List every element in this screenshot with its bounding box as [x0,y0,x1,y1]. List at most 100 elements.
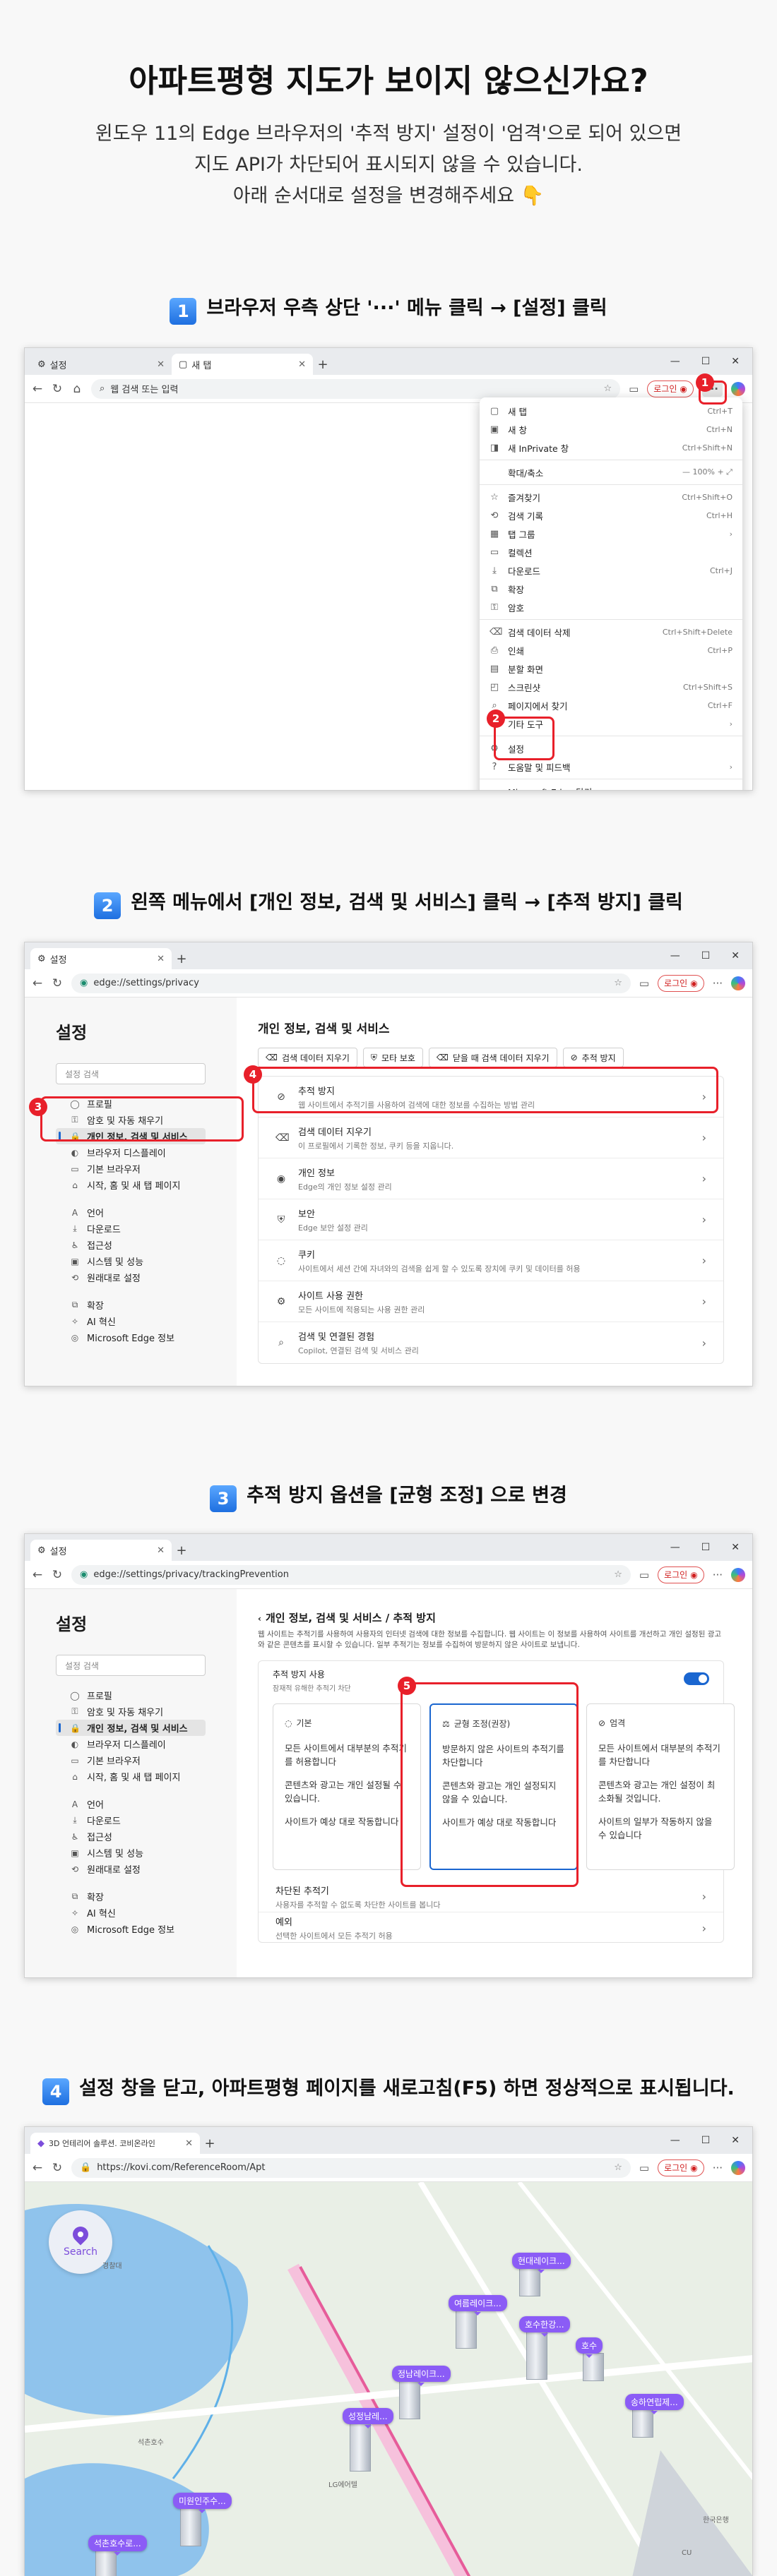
apartment-label[interactable]: 현대레이크... [512,2253,571,2273]
close-window-icon[interactable]: ✕ [731,356,740,367]
sidebar-item[interactable]: ⌂ 시작, 홈 및 새 탭 페이지 [56,1177,206,1193]
quick-action-button[interactable]: ⛨ 모타 보호 [362,1048,423,1067]
menu-item[interactable]: ⤓ 다운로드 Ctrl+J [480,561,742,580]
sidebar-item[interactable]: ▣ 시스템 및 성능 [56,1253,206,1269]
login-button[interactable]: 로그인 ◉ [647,380,694,397]
sidebar-item[interactable]: ⌂ 시작, 홈 및 새 탭 페이지 [56,1768,206,1785]
back-icon[interactable]: ← [32,2161,43,2175]
quick-action-button[interactable]: ⌫ 닫을 때 검색 데이터 지우기 [428,1048,557,1067]
url-input[interactable]: 🔒 https://kovi.com/ReferenceRoom/Apt ☆ [71,2157,631,2178]
refresh-icon[interactable]: ↻ [52,976,63,990]
menu-item[interactable]: ◰ 스크린샷 Ctrl+Shift+S [480,678,742,696]
url-input[interactable]: ◉ edge://settings/privacy ☆ [71,973,631,993]
new-tab-button[interactable]: + [172,948,191,969]
login-button[interactable]: 로그인 ◉ [658,2159,704,2176]
refresh-icon[interactable]: ↻ [52,382,63,396]
login-button[interactable]: 로그인 ◉ [658,1566,704,1583]
refresh-icon[interactable]: ↻ [52,2161,63,2175]
apartment-label[interactable]: 호수한강... [519,2316,570,2337]
apartment-label[interactable]: 석촌호수로... [88,2535,147,2556]
sidebar-item[interactable]: ⧉ 확장 [56,1888,206,1905]
tracking-option-card[interactable]: ◌ 기본 모든 사이트에서 대부분의 추적기를 허용합니다 콘텐츠와 광고는 개인 설… [273,1703,421,1870]
privacy-row[interactable]: ⌕ 검색 및 연결된 경험 Copilot, 연결된 검색 및 서비스 관리 › [259,1322,723,1363]
menu-item[interactable]: ⌫ 검색 데이터 삭제 Ctrl+Shift+Delete [480,623,742,641]
sidebar-item[interactable]: ⧉ 확장 [56,1297,206,1313]
url-input[interactable]: ◉ edge://settings/privacy/trackingPrevent… [71,1564,631,1585]
privacy-row[interactable]: ◌ 쿠키 사이트에서 세션 간에 자녀와의 검색을 쉽게 할 수 있도록 장치에 쿠… [259,1240,723,1281]
back-arrow-icon[interactable]: ‹ [258,1614,261,1624]
close-icon[interactable]: ✕ [185,2138,193,2149]
copilot-icon[interactable] [731,2160,745,2175]
privacy-row[interactable]: ⌫ 검색 데이터 지우기 이 프로필에서 기록한 정보, 쿠키 등을 지웁니다. › [259,1118,723,1158]
login-button[interactable]: 로그인 ◉ [658,974,704,992]
new-tab-button[interactable]: + [172,1540,191,1561]
maximize-icon[interactable]: ☐ [701,1542,711,1553]
tab-kovi[interactable]: ◆ 3D 언테리어 솔루션. 코비온라인 ✕ [30,2133,200,2154]
menu-item[interactable]: 확대/축소 — 100% + ⤢ [480,463,742,481]
back-icon[interactable]: ← [32,382,43,396]
privacy-row[interactable]: ⛨ 보안 Edge 보안 설정 관리 › [259,1199,723,1240]
sidebar-item[interactable]: ◎ Microsoft Edge 정보 [56,1329,206,1346]
menu-item[interactable]: ☆ 즐겨찾기 Ctrl+Shift+O [480,488,742,506]
more-menu-button[interactable]: ··· [713,1569,723,1581]
copilot-icon[interactable] [731,976,745,990]
quick-action-button[interactable]: ⌫ 검색 데이터 지우기 [258,1048,357,1067]
menu-item[interactable]: ⧉ 확장 [480,580,742,598]
home-icon[interactable]: ⌂ [71,382,83,396]
tracking-option-card[interactable]: ⊘ 엄격 모든 사이트에서 대부분의 추적기를 차단합니다 콘텐츠와 광고는 개인 설… [586,1703,735,1870]
new-tab-button[interactable]: + [313,354,333,375]
sidebar-item[interactable]: ✧ AI 혁신 [56,1313,206,1329]
menu-item[interactable]: ▦ 탭 그룹 › [480,525,742,543]
favorite-icon[interactable]: ☆ [614,978,622,988]
sidebar-item[interactable]: ⟲ 원래대로 설정 [56,1861,206,1877]
collections-icon[interactable]: ▭ [639,2162,649,2174]
sidebar-item[interactable]: ⟲ 원래대로 설정 [56,1269,206,1286]
collections-icon[interactable]: ▭ [639,977,649,990]
minimize-icon[interactable]: — [670,2135,680,2146]
menu-item[interactable]: ⟲ 검색 기록 Ctrl+H [480,506,742,525]
sidebar-item[interactable]: A 언어 [56,1204,206,1221]
menu-item[interactable]: ⚿ 암호 [480,598,742,616]
new-tab-button[interactable]: + [200,2133,220,2154]
collections-icon[interactable]: ▭ [639,1569,649,1581]
sidebar-item[interactable]: ⤓ 다운로드 [56,1812,206,1828]
close-icon[interactable]: ✕ [298,359,306,370]
apartment-label[interactable]: 호수 [576,2337,603,2358]
collections-icon[interactable]: ▭ [629,383,639,395]
sidebar-item[interactable]: ⚿ 암호 및 자동 채우기 [56,1703,206,1720]
exceptions-row[interactable]: 예외 선택한 사이트에서 모든 추적기 허용 › [259,1912,723,1943]
favorite-icon[interactable]: ☆ [614,1569,622,1580]
sidebar-item[interactable]: ◎ Microsoft Edge 정보 [56,1921,206,1937]
tab-new[interactable]: ▢ 새 탭 ✕ [172,354,313,375]
apartment-label[interactable]: 송하연립제... [625,2394,684,2414]
apartment-label[interactable]: 여름레이크... [449,2295,507,2316]
menu-item[interactable]: ▤ 분할 화면 [480,659,742,678]
privacy-row[interactable]: ⚙ 사이트 사용 권한 모든 사이트에 적용되는 사용 권한 관리 › [259,1281,723,1322]
menu-item[interactable]: ⎙ 인쇄 Ctrl+P [480,641,742,659]
sidebar-item[interactable]: ▭ 기본 브라우저 [56,1752,206,1768]
copilot-icon[interactable] [731,1567,745,1582]
menu-item[interactable]: ⌕ 페이지에서 찾기 Ctrl+F [480,696,742,714]
close-icon[interactable]: ✕ [157,1545,165,1556]
more-menu-button[interactable]: ··· [713,2162,723,2174]
maximize-icon[interactable]: ☐ [701,356,711,367]
close-icon[interactable]: ✕ [157,359,165,370]
close-window-icon[interactable]: ✕ [731,950,740,961]
menu-item[interactable]: ◨ 새 InPrivate 창 Ctrl+Shift+N [480,438,742,457]
apartment-label[interactable]: 미원인주수... [173,2493,232,2513]
sidebar-item[interactable]: 🔒 개인 정보, 검색 및 서비스 [56,1720,206,1736]
more-menu-button[interactable]: ··· [713,977,723,990]
tracking-toggle[interactable] [684,1672,709,1685]
quick-action-button[interactable]: ⊘ 추적 방지 [562,1048,624,1067]
url-input[interactable]: ⌕ 웹 검색 또는 입력 ☆ [91,378,621,399]
sidebar-item[interactable]: ⤓ 다운로드 [56,1221,206,1237]
favorite-icon[interactable]: ☆ [614,2162,622,2173]
minimize-icon[interactable]: — [670,950,680,961]
maximize-icon[interactable]: ☐ [701,2135,711,2146]
sidebar-search-input[interactable]: 설정 검색 [56,1655,206,1676]
refresh-icon[interactable]: ↻ [52,1568,63,1582]
map-area[interactable]: Search 현대레이크... 여름레이크... 호수한강... 호수 정남레이크...… [25,2182,752,2576]
close-window-icon[interactable]: ✕ [731,2135,740,2146]
minimize-icon[interactable]: — [670,1542,680,1553]
apartment-label[interactable]: 성정남레... [343,2408,393,2428]
